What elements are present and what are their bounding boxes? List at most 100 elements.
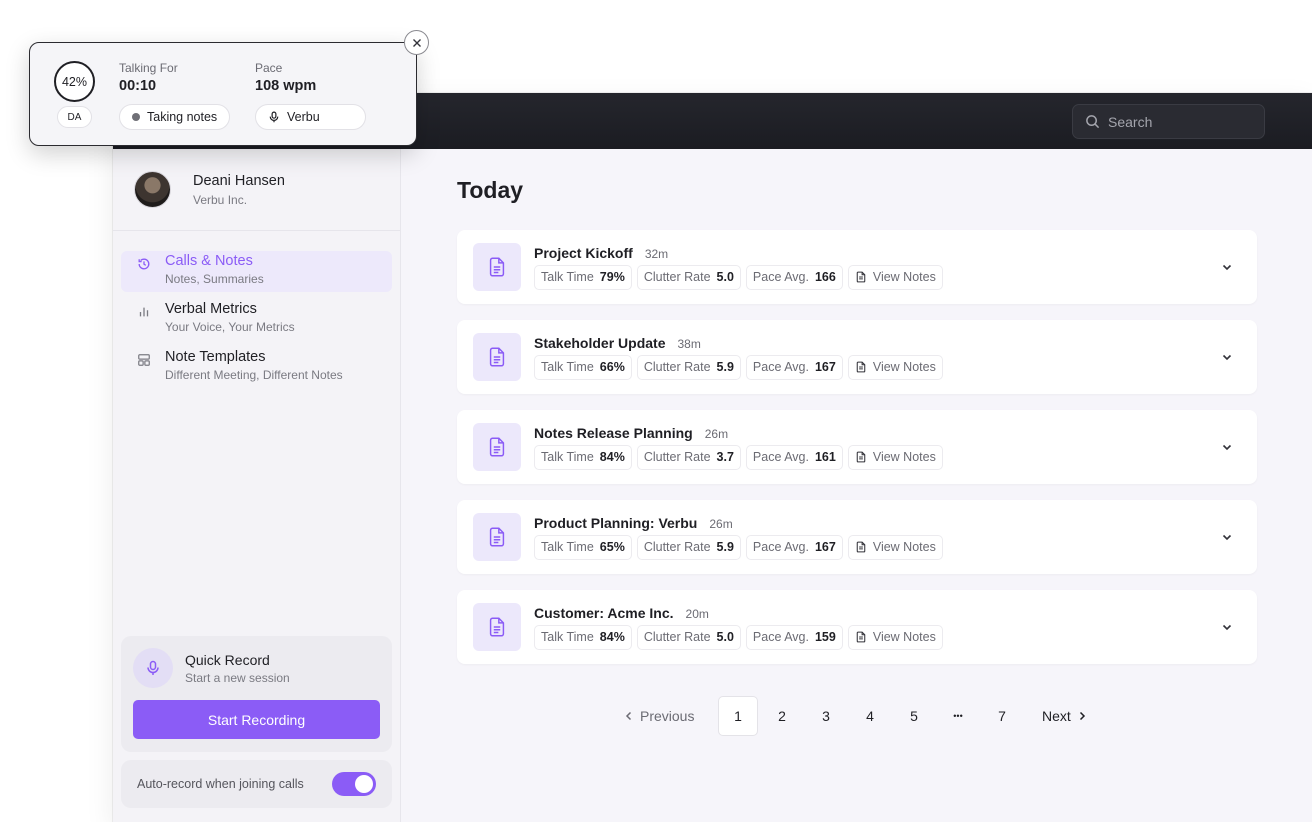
clutter-rate-chip: Clutter Rate 5.0 (636, 264, 741, 290)
clutter-rate-label: Clutter Rate (643, 540, 711, 554)
page-button-4[interactable]: 4 (850, 696, 890, 736)
previous-page-button[interactable]: Previous (624, 708, 718, 724)
pace-avg-value: 166 (814, 270, 836, 284)
next-page-button[interactable]: Next (1042, 708, 1087, 724)
quick-record-subtitle: Start a new session (185, 670, 290, 685)
page-button-3[interactable]: 3 (806, 696, 846, 736)
auto-record-label: Auto-record when joining calls (137, 777, 304, 791)
view-notes-label: View Notes (872, 360, 936, 374)
nav-title: Note Templates (165, 349, 266, 365)
page-button-1[interactable]: 1 (718, 696, 758, 736)
notes-icon (855, 361, 867, 373)
view-notes-button[interactable]: View Notes (847, 354, 943, 380)
chevron-left-icon (625, 711, 632, 721)
view-notes-button[interactable]: View Notes (847, 264, 943, 290)
pace-avg-chip: Pace Avg. 166 (745, 264, 843, 290)
talking-for-value: 00:10 (119, 78, 157, 94)
quick-record-title: Quick Record (185, 651, 270, 668)
profile-section[interactable]: Deani Hansen Verbu Inc. (113, 149, 400, 231)
document-icon (473, 603, 521, 651)
call-duration: 38m (677, 336, 701, 351)
call-body: Product Planning: Verbu 26m Talk Time 65% Cl… (534, 515, 943, 560)
page-button-5[interactable]: 5 (894, 696, 934, 736)
call-card[interactable]: Customer: Acme Inc. 20m Talk Time 84% Clutte… (457, 590, 1257, 664)
pagination: Previous 1 2 3 4 5 ••• 7 Next (624, 696, 1087, 736)
chevron-down-icon[interactable] (1221, 440, 1233, 452)
nav-title: Verbal Metrics (165, 301, 257, 317)
page-button-7[interactable]: 7 (982, 696, 1022, 736)
view-notes-button[interactable]: View Notes (847, 624, 943, 650)
search-box[interactable]: Search (1072, 104, 1265, 139)
avatar (134, 171, 171, 208)
sidebar-item-calls-notes[interactable]: Calls & Notes Notes, Summaries (121, 251, 392, 292)
sidebar: Deani Hansen Verbu Inc. Calls & Notes No… (113, 149, 401, 822)
notes-icon (855, 631, 867, 643)
talk-time-value: 66% (599, 360, 625, 374)
document-icon (473, 243, 521, 291)
clutter-rate-chip: Clutter Rate 3.7 (636, 444, 741, 470)
status-pill[interactable]: Taking notes (119, 104, 231, 130)
talking-for-stat: Talking For 00:10 (119, 61, 178, 94)
document-icon (473, 333, 521, 381)
close-widget-button[interactable] (404, 30, 429, 55)
talk-time-value: 79% (599, 270, 625, 284)
layout-icon (138, 354, 150, 366)
sidebar-nav: Calls & Notes Notes, Summaries Verbal Me… (113, 231, 400, 388)
clutter-rate-value: 3.7 (716, 450, 734, 464)
sidebar-item-verbal-metrics[interactable]: Verbal Metrics Your Voice, Your Metrics (121, 299, 392, 340)
pace-stat: Pace 108 wpm (255, 61, 316, 94)
talk-time-chip: Talk Time 65% (534, 534, 632, 560)
clutter-rate-label: Clutter Rate (643, 360, 711, 374)
main-content: Today Project Kickoff 32m Talk Time 79% Clut… (402, 149, 1312, 822)
clutter-rate-value: 5.9 (716, 540, 734, 554)
status-label: Taking notes (147, 110, 218, 124)
page-title: Today (457, 177, 524, 203)
talk-time-chip: Talk Time 84% (534, 444, 632, 470)
talk-time-chip: Talk Time 84% (534, 624, 632, 650)
call-title: Stakeholder Update (534, 334, 666, 351)
start-recording-button[interactable]: Start Recording (133, 700, 380, 739)
talk-time-label: Talk Time (541, 270, 594, 284)
view-notes-button[interactable]: View Notes (847, 534, 943, 560)
page-ellipsis: ••• (953, 711, 963, 721)
clutter-rate-value: 5.0 (716, 630, 734, 644)
mic-source-pill[interactable]: Verbu (255, 104, 366, 130)
chevron-down-icon[interactable] (1221, 260, 1233, 272)
pace-avg-value: 167 (814, 540, 836, 554)
quick-record-panel: Quick Record Start a new session Start R… (121, 636, 392, 752)
bar-chart-icon (139, 307, 149, 317)
app-window: Search Deani Hansen Verbu Inc. Calls & N… (113, 93, 1312, 822)
chevron-right-icon (1079, 711, 1085, 721)
call-card[interactable]: Notes Release Planning 26m Talk Time 84% Clu… (457, 410, 1257, 484)
chevron-down-icon[interactable] (1221, 350, 1233, 362)
search-icon (1086, 115, 1100, 129)
clutter-rate-chip: Clutter Rate 5.9 (636, 354, 741, 380)
talk-time-label: Talk Time (541, 630, 594, 644)
chevron-down-icon[interactable] (1221, 530, 1233, 542)
pace-avg-label: Pace Avg. (752, 630, 809, 644)
search-placeholder: Search (1108, 113, 1153, 130)
call-duration: 26m (709, 516, 733, 531)
pace-avg-label: Pace Avg. (752, 540, 809, 554)
view-notes-button[interactable]: View Notes (847, 444, 943, 470)
auto-record-toggle[interactable] (332, 772, 376, 796)
document-icon (473, 423, 521, 471)
talk-time-label: Talk Time (541, 360, 594, 374)
call-card[interactable]: Project Kickoff 32m Talk Time 79% Clutter Ra… (457, 230, 1257, 304)
auto-record-row: Auto-record when joining calls (121, 760, 392, 808)
talk-time-chip: Talk Time 79% (534, 264, 632, 290)
page-numbers: 1 2 3 4 5 ••• 7 (718, 696, 1026, 736)
call-body: Customer: Acme Inc. 20m Talk Time 84% Clutte… (534, 605, 943, 650)
call-card[interactable]: Stakeholder Update 38m Talk Time 66% Clutter… (457, 320, 1257, 394)
pace-avg-chip: Pace Avg. 167 (745, 534, 843, 560)
call-card[interactable]: Product Planning: Verbu 26m Talk Time 65% Cl… (457, 500, 1257, 574)
chevron-down-icon[interactable] (1221, 620, 1233, 632)
sidebar-item-note-templates[interactable]: Note Templates Different Meeting, Differ… (121, 347, 392, 388)
page-button-2[interactable]: 2 (762, 696, 802, 736)
document-icon (473, 513, 521, 561)
status-dot-icon (132, 113, 140, 121)
talk-time-label: Talk Time (541, 450, 594, 464)
mic-icon (133, 648, 173, 688)
nav-subtitle: Your Voice, Your Metrics (165, 320, 295, 334)
call-list: Project Kickoff 32m Talk Time 79% Clutter Ra… (457, 230, 1257, 680)
